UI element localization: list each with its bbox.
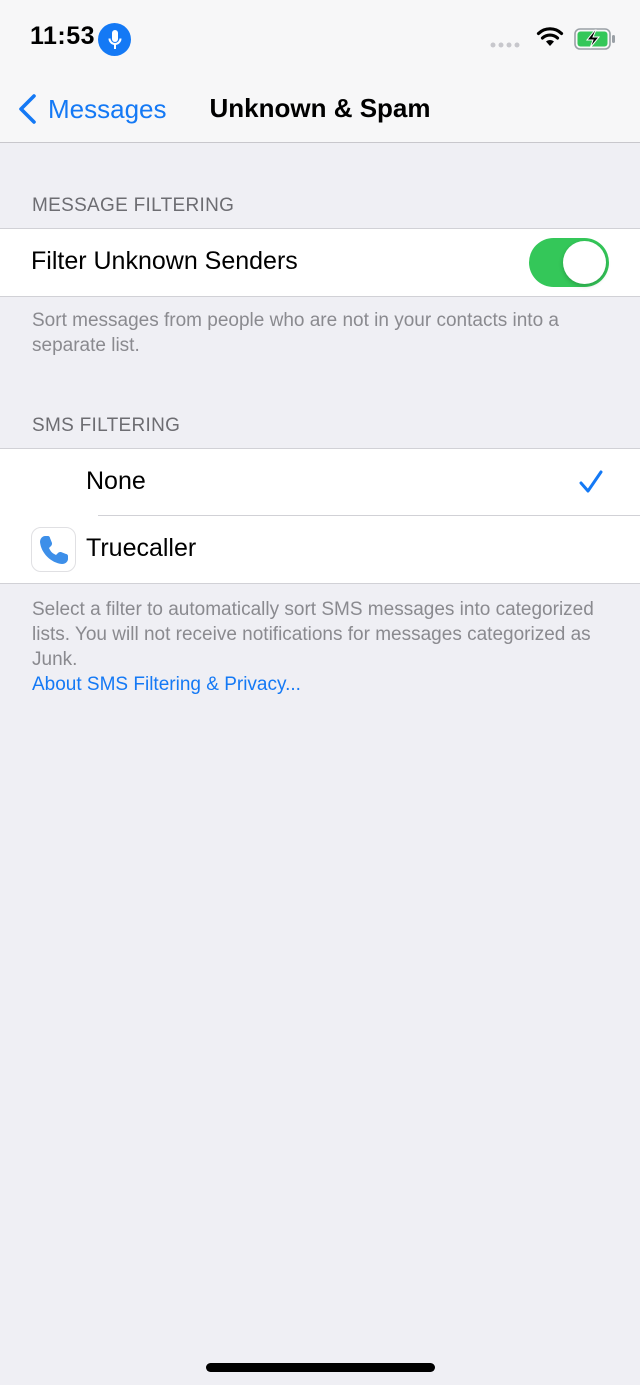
section-header-message-filtering: MESSAGE FILTERING (32, 195, 235, 216)
phone-icon (39, 535, 68, 564)
sms-filtering-group: None Truecaller (0, 448, 640, 584)
sms-filtering-footer: Select a filter to automatically sort SM… (32, 597, 612, 697)
sms-filter-option-label: None (86, 467, 146, 495)
wifi-icon (536, 27, 564, 46)
sms-filtering-privacy-link[interactable]: About SMS Filtering & Privacy... (32, 672, 612, 697)
toggle-knob (563, 241, 606, 284)
microphone-icon[interactable] (98, 23, 131, 56)
sms-filtering-footer-text: Select a filter to automatically sort SM… (32, 599, 594, 670)
status-time: 11:53 (30, 22, 96, 50)
section-header-sms-filtering: SMS FILTERING (32, 415, 181, 436)
page-title-text: Unknown & Spam (209, 93, 431, 123)
sms-filter-option-truecaller[interactable]: Truecaller (0, 516, 640, 583)
signal-dots-icon (490, 42, 520, 48)
status-indicators (476, 26, 616, 54)
sms-filter-option-label: Truecaller (86, 534, 197, 562)
filter-unknown-senders-toggle[interactable] (529, 238, 609, 287)
filter-unknown-senders-label: Filter Unknown Senders (31, 247, 298, 275)
message-filtering-footer: Sort messages from people who are not in… (32, 310, 559, 356)
battery-charging-icon (574, 28, 615, 50)
filter-unknown-senders-row: Filter Unknown Senders (0, 229, 640, 296)
home-indicator[interactable] (206, 1363, 435, 1372)
message-filtering-group: Filter Unknown Senders (0, 228, 640, 297)
top-bar: 11:53 Messages Unknown & Spam (0, 0, 640, 143)
page-title: Unknown & Spam (0, 93, 640, 124)
truecaller-app-icon (31, 527, 76, 572)
checkmark-icon (579, 470, 603, 493)
sms-filter-option-none[interactable]: None (0, 449, 640, 516)
